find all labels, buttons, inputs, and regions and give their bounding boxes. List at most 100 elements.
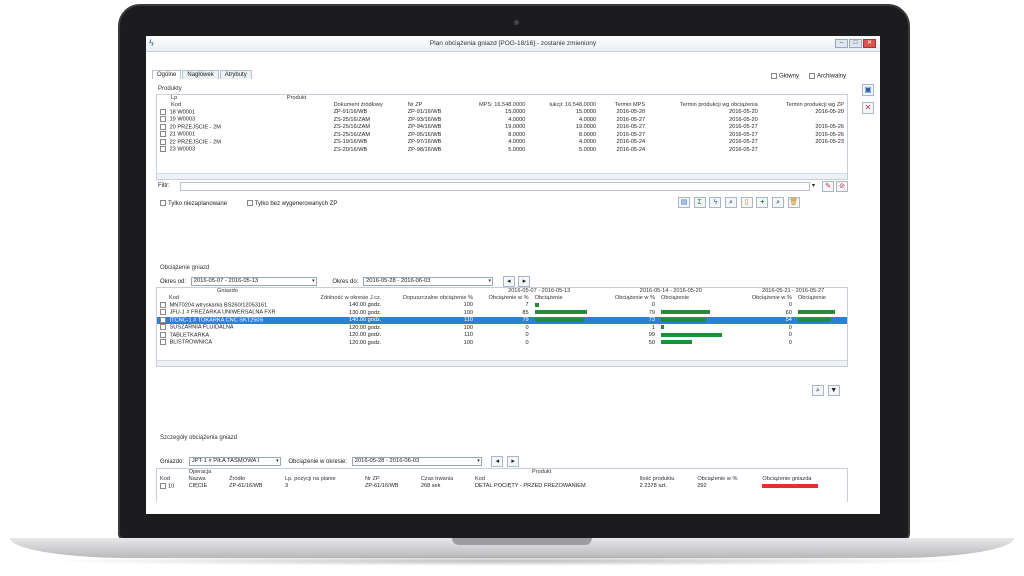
col-czas[interactable]: Czas trwania: [418, 476, 472, 483]
table-row[interactable]: MNT0204 wtryskarka BS260/12053161 140.00 …: [157, 302, 847, 309]
col-p3-bar[interactable]: Obciążenie: [795, 295, 847, 302]
col-p3-pct[interactable]: Obciążenie w %: [739, 295, 795, 302]
col-period-3[interactable]: 2016-05-21 - 2016-05-27: [739, 288, 847, 295]
col-zrodlo[interactable]: Źródło: [226, 476, 282, 483]
checkbox-icon[interactable]: [160, 123, 166, 130]
prev-period-icon[interactable]: ◂: [502, 276, 515, 287]
tab-ogolne[interactable]: Ogólne: [152, 70, 182, 79]
delete-icon[interactable]: 🗑: [787, 197, 800, 208]
zoom-icon[interactable]: ⌕: [772, 197, 785, 208]
col-produkt[interactable]: Produkt: [247, 95, 331, 102]
gniazdo-select[interactable]: JPT-1 # PIŁA TAŚMOWA I ▾: [188, 456, 281, 466]
col-termin-obc[interactable]: Termin produkcji wg obciążenia: [648, 102, 761, 109]
prev-period-icon[interactable]: ◂: [491, 456, 504, 467]
bez-zp-checkbox[interactable]: Tylko bez wygenerowanych ZP: [246, 200, 337, 207]
generate-icon[interactable]: ϟ: [709, 197, 722, 208]
checkbox-icon[interactable]: [160, 146, 166, 153]
col-ilosc[interactable]: Ilość produktu: [637, 476, 695, 483]
horizontal-scrollbar[interactable]: [157, 360, 847, 366]
col-p1-pct[interactable]: Obciążenie w %: [476, 295, 532, 302]
checkbox-icon[interactable]: [160, 309, 166, 316]
niezaplanowane-checkbox[interactable]: Tylko niezaplanowane: [160, 200, 227, 207]
col-dokument[interactable]: Dokument źródłowy: [331, 102, 405, 109]
okres-od-select[interactable]: 2016-05-07 - 2016-05-13 ▾: [190, 276, 317, 286]
maximize-button[interactable]: □: [849, 39, 862, 48]
col-lp[interactable]: Lp. pozycji na planie: [282, 476, 362, 483]
save-icon[interactable]: ▣: [862, 84, 874, 96]
search-icon[interactable]: ⌕: [725, 197, 738, 208]
clear-filter-icon[interactable]: ⊘: [836, 181, 848, 192]
document-icon[interactable]: ▯: [740, 197, 753, 208]
col-operacja[interactable]: Operacja: [186, 469, 227, 476]
col-nrzp[interactable]: Nr ZP: [405, 102, 458, 109]
sum-icon[interactable]: Σ: [693, 197, 706, 208]
checkbox-icon[interactable]: [160, 339, 166, 346]
next-period-icon[interactable]: ▸: [507, 456, 520, 467]
checkbox-icon[interactable]: [160, 302, 166, 308]
table-row[interactable]: 10 CIĘCIE ZP-61/16/WB 3 ZP-61/16/WB 268 …: [157, 483, 847, 490]
filter-icon[interactable]: ▼: [827, 385, 840, 396]
table-row[interactable]: TABLETKARKA 120.00 godz. 110 0 99 0: [157, 331, 847, 339]
edit-filter-icon[interactable]: ✎: [822, 181, 834, 192]
table-row[interactable]: JFU-1 # FREZARKA UNIWERSALNA FXR 130.00 g…: [157, 309, 847, 316]
table-row[interactable]: SUSZARNIA FLUIDALNA 120.00 godz. 100 0 1 0: [157, 324, 847, 331]
col-termin-zp[interactable]: Termin produkcji wg ZP: [761, 102, 847, 109]
col-produkt-kod[interactable]: Kod: [472, 476, 637, 483]
col-produkt[interactable]: Produkt: [472, 469, 637, 476]
okres-do-select[interactable]: 2016-05-28 - 2016-06-03 ▾: [363, 276, 494, 286]
cell-termin-obc: 2016-05-20: [729, 109, 758, 116]
search-icon[interactable]: ⌕: [812, 385, 824, 396]
save-icon[interactable]: ▤: [678, 197, 690, 208]
col-gniazdo-kod[interactable]: Kod: [157, 295, 304, 302]
col-nrzp[interactable]: Nr ZP: [362, 476, 418, 483]
checkbox-icon[interactable]: [160, 316, 166, 323]
col-period-1[interactable]: 2016-05-07 - 2016-05-13: [476, 288, 602, 295]
col-p2-bar[interactable]: Obciążenie: [658, 295, 739, 302]
tab-naglowek[interactable]: Nagłówek: [182, 70, 219, 79]
col-period-2[interactable]: 2016-05-14 - 2016-05-20: [602, 288, 739, 295]
table-row[interactable]: 18 W0001 ZP-91/16/WB ZP-91/16/WB 15.0000 15.…: [157, 109, 847, 116]
checkbox-icon[interactable]: [160, 109, 166, 115]
col-p2-pct[interactable]: Obciążenie w %: [602, 295, 658, 302]
horizontal-scrollbar[interactable]: [157, 173, 847, 179]
glowny-checkbox[interactable]: Główny: [770, 73, 799, 80]
table-row[interactable]: 21 W0001 ZS-25/16/ZAM ZP-95/16/WB 8.0000 8.0…: [157, 131, 847, 138]
tab-atrybuty[interactable]: Atrybuty: [219, 70, 252, 79]
col-kod[interactable]: Kod: [157, 102, 247, 109]
table-row[interactable]: ITCNC-1 # TOKARKA CNC SKT250S 140.00 godz…: [157, 316, 847, 325]
col-lp[interactable]: Lp: [157, 95, 247, 102]
close-button[interactable]: ✕: [863, 39, 876, 48]
table-row[interactable]: 20 PRZEJŚCIE - 2M ZS-25/16/ZAM ZP-94/16/WB…: [157, 123, 847, 131]
table-row[interactable]: BLISTROWNICA 120.00 godz. 100 0 50 0: [157, 339, 847, 346]
table-row[interactable]: 23 W0003 ZS-20/16/WB ZP-98/16/WB 5.0000 5.00…: [157, 146, 847, 153]
filter-input[interactable]: [180, 182, 810, 191]
cell-termin-zp: 2016-05-20: [815, 109, 844, 116]
col-lukcji[interactable]: łukcji: 16,548.0000: [528, 102, 599, 109]
checkbox-icon[interactable]: [160, 324, 166, 331]
col-dopuszczalne[interactable]: Dopuszczalne obciążenie %: [384, 295, 476, 302]
cell-nrzp: ZP-91/16/WB: [407, 109, 442, 116]
add-icon[interactable]: +: [756, 197, 769, 208]
col-obc-pct[interactable]: Obciążenie w %: [694, 476, 759, 483]
okres-select[interactable]: 2016-05-28 - 2016-06-03 ▾: [351, 456, 482, 466]
col-zdolnosc[interactable]: Zdolność w okresie J.cz.: [304, 295, 385, 302]
minimize-button[interactable]: –: [835, 39, 848, 48]
checkbox-icon[interactable]: [160, 483, 166, 489]
col-mps[interactable]: MPS: 16,548.0000: [458, 102, 528, 109]
checkbox-icon[interactable]: [160, 138, 166, 145]
archiwalny-checkbox[interactable]: Archiwalny: [808, 73, 846, 80]
next-period-icon[interactable]: ▸: [518, 276, 531, 287]
cancel-icon[interactable]: ✕: [862, 102, 874, 114]
col-termin-mps[interactable]: Termin MPS: [599, 102, 648, 109]
filter-dropdown-icon[interactable]: ▾: [812, 182, 815, 189]
col-nazwa[interactable]: Nazwa: [186, 476, 227, 483]
checkbox-icon[interactable]: [160, 131, 166, 138]
table-row[interactable]: 22 PRZEJŚCIE - 2M ZS-19/16/WB ZP-97/16/WB 4…: [157, 138, 847, 146]
col-gniazdo[interactable]: Gniazdo: [157, 288, 304, 295]
col-op-kod[interactable]: Kod: [157, 476, 186, 483]
checkbox-icon[interactable]: [160, 116, 166, 123]
table-row[interactable]: 19 W0003 ZS-25/16/ZAM ZP-93/16/WB 4.0000 4.0…: [157, 116, 847, 123]
col-p1-bar[interactable]: Obciążenie: [532, 295, 603, 302]
col-obc-gn[interactable]: Obciążenie gniazda: [759, 476, 847, 483]
checkbox-icon[interactable]: [160, 331, 166, 338]
